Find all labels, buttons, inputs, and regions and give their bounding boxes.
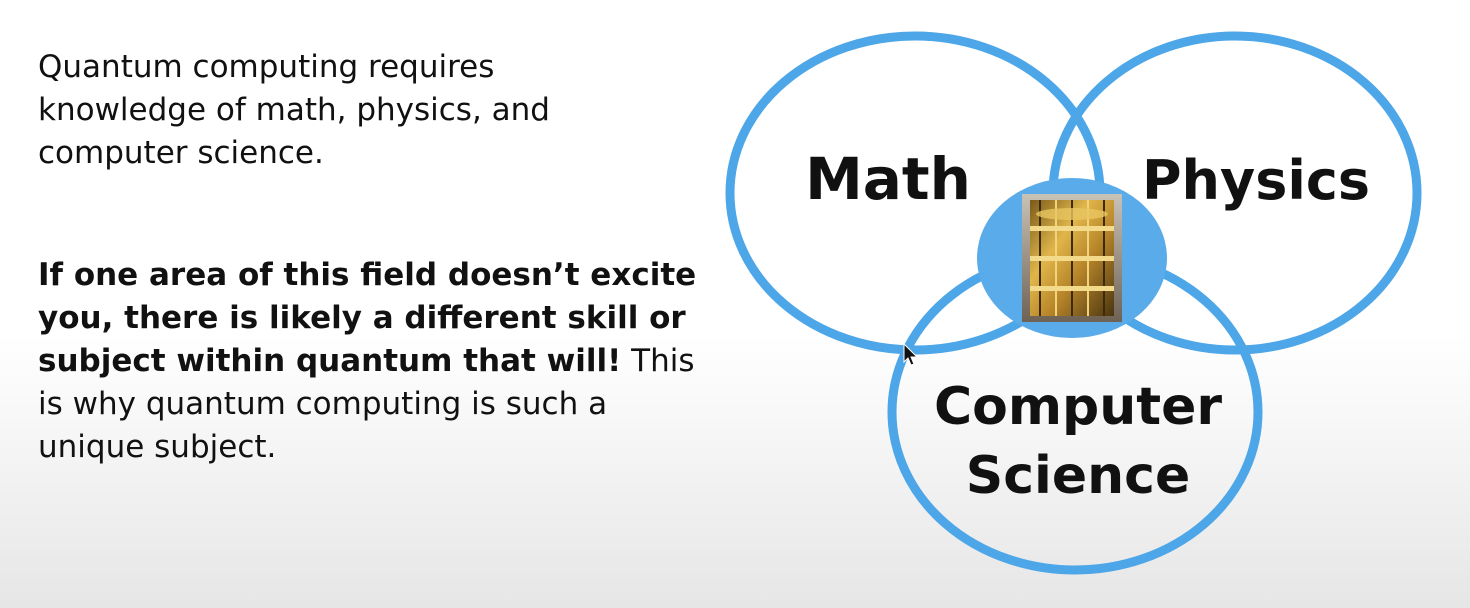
physics-label: Physics xyxy=(1142,149,1370,212)
math-label: Math xyxy=(805,145,971,213)
quantum-computer-photo xyxy=(1022,194,1122,322)
venn-diagram: Math Physics Computer Science xyxy=(725,31,1422,575)
slide: Quantum computing requires knowledge of … xyxy=(0,0,1470,608)
science-label: Science xyxy=(966,446,1190,506)
computer-label: Computer xyxy=(934,377,1222,437)
